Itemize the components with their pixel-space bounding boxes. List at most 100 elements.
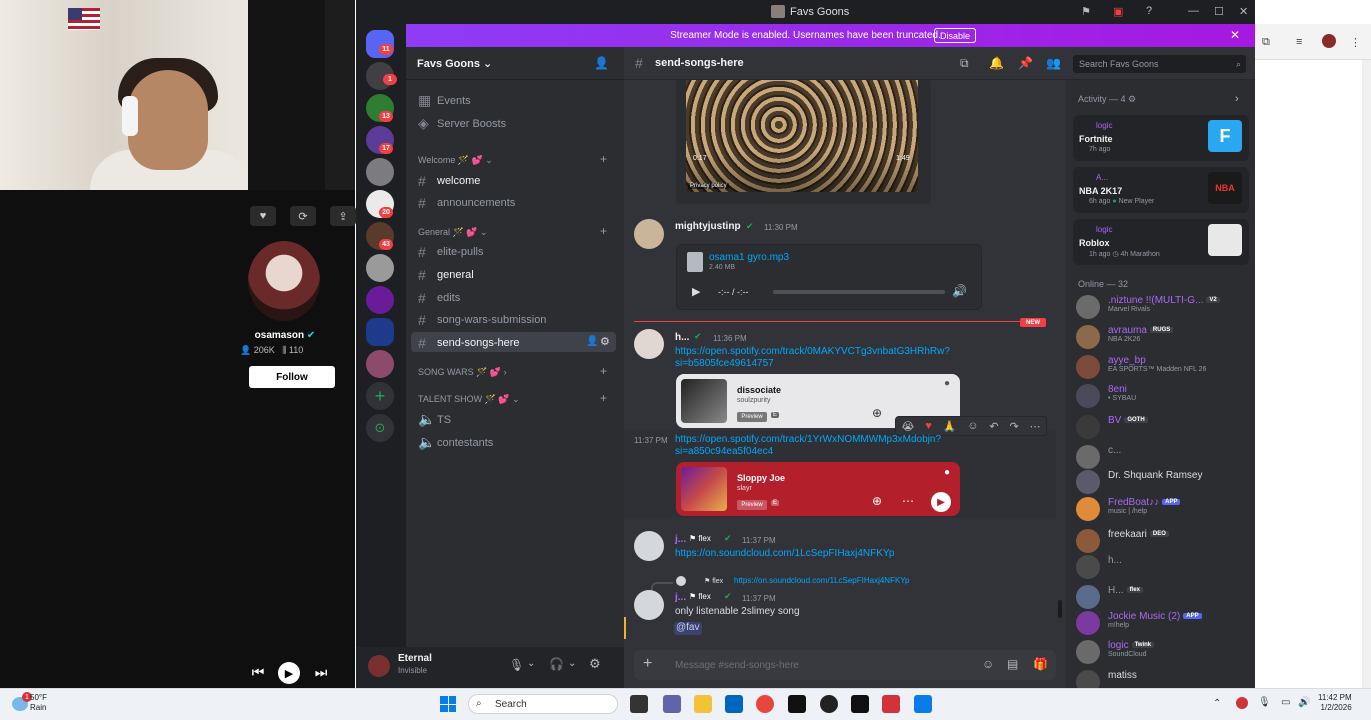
avatar[interactable] xyxy=(634,329,664,359)
avatar[interactable] xyxy=(368,655,390,677)
app-icon[interactable] xyxy=(914,695,932,713)
member-item[interactable]: H... flex xyxy=(1076,585,1143,609)
add-reaction-icon[interactable]: ☺ xyxy=(967,420,978,432)
member-item[interactable]: BV GOTH xyxy=(1076,415,1148,439)
repost-icon[interactable]: ⟳ xyxy=(290,206,316,226)
channel-general[interactable]: # general xyxy=(418,267,474,283)
gear-icon[interactable]: ⚙ xyxy=(600,335,610,348)
store-icon[interactable] xyxy=(725,695,743,713)
album-cover[interactable] xyxy=(681,379,727,423)
pray-reaction-icon[interactable]: 🙏 xyxy=(943,420,957,433)
chevron-down-icon[interactable]: ⌄ xyxy=(568,658,576,669)
follow-button[interactable]: Follow xyxy=(249,366,335,388)
headphones-icon[interactable]: 🎧 xyxy=(549,657,564,671)
member-item[interactable]: logic Twink SoundCloud xyxy=(1076,640,1155,664)
add-server-icon[interactable]: + xyxy=(366,382,394,410)
spotify-icon[interactable]: ● xyxy=(944,378,950,389)
add-attachment-icon[interactable]: + xyxy=(643,655,652,673)
threads-icon[interactable]: ⧉ xyxy=(960,56,969,71)
channel-contestants[interactable]: 🔈 contestants xyxy=(418,434,493,451)
member-item[interactable]: avrauma RUGS NBA 2K26 xyxy=(1076,325,1174,349)
invite-icon[interactable]: 👤 xyxy=(594,56,609,70)
track-artist[interactable]: soulzpurity xyxy=(737,397,770,404)
chat-scrollbar[interactable] xyxy=(1058,600,1062,618)
volume-icon[interactable]: 🔊 xyxy=(1298,697,1310,708)
mention[interactable]: @fav xyxy=(674,622,702,635)
avatar[interactable] xyxy=(634,590,664,620)
add-channel-icon[interactable]: + xyxy=(600,224,607,238)
spotify-icon[interactable]: ● xyxy=(944,467,950,478)
tiktok-icon[interactable] xyxy=(851,695,869,713)
browser-scrollbar[interactable] xyxy=(1362,60,1371,688)
member-item[interactable]: c... xyxy=(1076,445,1121,469)
more-icon[interactable]: ⋯ xyxy=(1030,420,1041,433)
heart-reaction-icon[interactable]: ♥ xyxy=(925,420,932,432)
tray-icon[interactable] xyxy=(1236,697,1248,709)
app-icon[interactable] xyxy=(882,695,900,713)
pin-icon[interactable]: 📌 xyxy=(1018,56,1033,70)
weather-widget[interactable]: 50°F Rain xyxy=(30,693,47,713)
play-icon[interactable]: ▶ xyxy=(692,285,700,298)
browser-icon[interactable]: ≡ xyxy=(1296,36,1302,48)
channel-song-wars-submission[interactable]: # song-wars-submission xyxy=(418,312,546,328)
play-button[interactable]: ▶ xyxy=(931,492,951,512)
member-item[interactable]: freekaari DEO xyxy=(1076,529,1169,553)
profile-avatar[interactable] xyxy=(248,241,320,321)
emoji-icon[interactable]: ☺ xyxy=(982,657,994,671)
browser-icon[interactable]: ⧉ xyxy=(1262,36,1270,49)
channel-edits[interactable]: # edits xyxy=(418,290,460,306)
category-general[interactable]: General 🪄 💕 ⌄ xyxy=(418,227,488,238)
boosts-item[interactable]: ◈ Server Boosts xyxy=(418,115,506,132)
chevron-up-icon[interactable]: ⌃ xyxy=(1213,698,1221,709)
microphone-icon[interactable]: 🎙 xyxy=(509,658,524,672)
attachment-filename[interactable]: osama1 gyro.mp3 xyxy=(709,252,789,263)
discover-icon[interactable]: ⊙ xyxy=(366,414,394,442)
like-icon[interactable]: ♥ xyxy=(250,206,276,226)
flag-icon[interactable]: ⚑ xyxy=(1081,5,1091,18)
close-banner-icon[interactable]: ✕ xyxy=(1230,28,1240,42)
reply-icon[interactable]: ↶ xyxy=(989,420,998,433)
reply-avatar[interactable] xyxy=(676,576,686,586)
microphone-icon[interactable]: 🎙 xyxy=(1258,697,1271,708)
maximize-icon[interactable]: ☐ xyxy=(1214,5,1224,18)
more-options-icon[interactable]: ⋯ xyxy=(902,494,914,508)
add-channel-icon[interactable]: + xyxy=(600,391,607,405)
server-icon-active[interactable] xyxy=(366,318,394,346)
album-cover[interactable] xyxy=(681,467,727,511)
emoji-reaction-icon[interactable]: 😭 xyxy=(901,420,914,433)
capcut-icon[interactable] xyxy=(788,695,806,713)
track-artist[interactable]: slayr xyxy=(737,485,752,492)
server-icon[interactable] xyxy=(366,286,394,314)
more-icon[interactable]: ⋮ xyxy=(1350,36,1361,49)
add-channel-icon[interactable]: + xyxy=(600,364,607,378)
help-icon[interactable]: ? xyxy=(1146,5,1152,17)
channel-ts[interactable]: 🔈 TS xyxy=(418,411,451,428)
member-item[interactable]: h... xyxy=(1076,555,1122,579)
member-item[interactable]: 8eni • SYBAU xyxy=(1076,384,1136,408)
previous-track-icon[interactable]: ⏮ xyxy=(248,662,268,682)
avatar[interactable] xyxy=(634,219,664,249)
add-to-library-icon[interactable]: ⊕ xyxy=(872,494,882,508)
privacy-policy-link[interactable]: Privacy policy xyxy=(688,183,729,189)
user-name[interactable]: Eternal xyxy=(398,653,432,664)
task-view-icon[interactable] xyxy=(630,695,648,713)
events-item[interactable]: ▦ Events xyxy=(418,92,471,109)
gif-icon[interactable]: ▤ xyxy=(1007,657,1018,671)
member-list-icon[interactable]: 👥 xyxy=(1046,56,1061,70)
play-button[interactable]: ▶ xyxy=(278,662,300,684)
volume-icon[interactable]: 🔊 xyxy=(952,284,967,298)
forward-icon[interactable]: ↷ xyxy=(1009,420,1018,433)
channel-elite-pulls[interactable]: # elite-pulls xyxy=(418,244,483,260)
message-author[interactable]: h... xyxy=(675,332,689,343)
member-item[interactable]: Jockie Music (2) APP m!help xyxy=(1076,611,1202,635)
next-track-icon[interactable]: ⏭ xyxy=(311,662,331,682)
minimize-icon[interactable]: — xyxy=(1188,5,1199,17)
avatar[interactable] xyxy=(634,531,664,561)
member-item[interactable]: FredBoat♪♪ APP music | /help xyxy=(1076,497,1181,521)
chrome-icon[interactable] xyxy=(756,695,774,713)
reply-preview-link[interactable]: https://on.soundcloud.com/1LcSepFIHaxj4N… xyxy=(734,576,910,585)
soundcloud-link[interactable]: https://on.soundcloud.com/1LcSepFIHaxj4N… xyxy=(675,548,894,559)
taskbar-search[interactable]: Search xyxy=(468,694,618,714)
clock[interactable]: 11:42 PM 1/2/2026 xyxy=(1318,693,1352,713)
invite-icon[interactable]: 👤 xyxy=(586,336,598,347)
